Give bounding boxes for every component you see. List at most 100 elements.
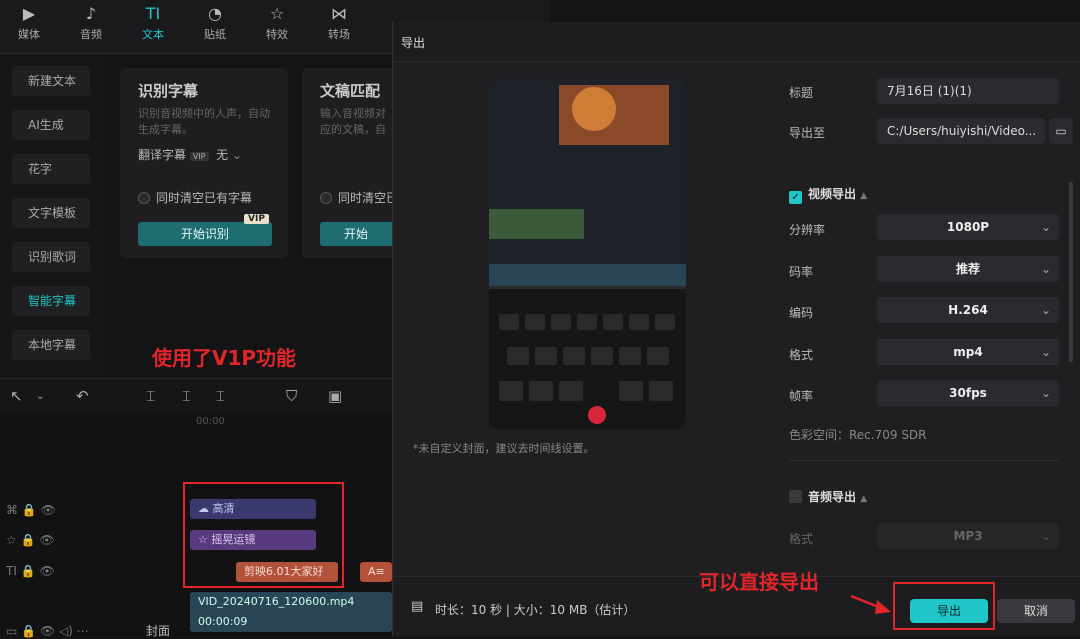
- bitrate-select[interactable]: 推荐 ⌄: [877, 256, 1059, 282]
- tab-transition[interactable]: ⋈ 转场: [314, 4, 364, 42]
- sidebar-item-label: 文字模板: [28, 206, 77, 220]
- vip-annotation: 使用了V1P功能: [152, 346, 297, 370]
- effects-icon: ☆: [269, 4, 285, 23]
- sticker-icon: ◔: [208, 4, 222, 23]
- folder-icon[interactable]: ▭: [1049, 118, 1073, 144]
- tab-text[interactable]: TI 文本: [128, 4, 178, 42]
- card-title: 识别字幕: [138, 82, 199, 100]
- text-clip-2[interactable]: A≡: [360, 562, 392, 582]
- tab-effects[interactable]: ☆ 特效: [252, 4, 302, 42]
- framerate-select[interactable]: 30fps ⌄: [877, 380, 1059, 406]
- annotation-box: [183, 482, 344, 588]
- tab-audio[interactable]: ♪ 音频: [66, 4, 116, 42]
- card-description: 输入音视频对应的文稿，自动匹配画面: [320, 107, 386, 136]
- framerate-label: 帧率: [789, 389, 814, 403]
- footer-info: 时长：10 秒 | 大小：10 MB（估计）: [435, 603, 636, 617]
- codec-select[interactable]: H.264 ⌄: [877, 297, 1059, 323]
- annotation-box: [893, 582, 995, 630]
- vip-tag: VIP: [244, 214, 269, 224]
- annotation-arrow-icon: [850, 594, 891, 614]
- media-icon: ▶: [22, 4, 36, 23]
- text-track-icon: TI 🔒 👁: [6, 564, 55, 578]
- sidebar-item-smart-subtitles[interactable]: 智能字幕: [12, 286, 90, 316]
- radio-icon: [320, 192, 332, 204]
- checkbox-unchecked-icon[interactable]: [789, 490, 802, 503]
- checkbox-checked-icon[interactable]: ✓: [789, 191, 802, 204]
- audio-icon: ♪: [85, 4, 97, 23]
- undo-icon[interactable]: ↶: [76, 387, 89, 405]
- start-match-button[interactable]: 开始: [320, 222, 392, 246]
- sidebar-item-templates[interactable]: 文字模板: [12, 198, 90, 228]
- timeline-toolbar: ↖ ⌄ ↶ ⌶ ⌶ ⌶ ⛉ ▣: [0, 378, 392, 412]
- divider: [789, 460, 1059, 461]
- sidebar-item-label: 新建文本: [28, 74, 77, 88]
- sidebar-item-label: 识别歌词: [28, 250, 77, 264]
- sidebar-item-new-text[interactable]: 新建文本: [12, 66, 90, 96]
- video-preview: [489, 79, 686, 429]
- chevron-down-icon: ⌄: [1040, 386, 1051, 400]
- clear-checkbox[interactable]: 同时清空已有字幕: [138, 189, 252, 206]
- card-title: 文稿匹配: [320, 82, 381, 100]
- cover-note: *未自定义封面，建议去时间线设置。: [413, 442, 595, 455]
- sidebar-item-label: 花字: [28, 162, 53, 176]
- format-label: 格式: [789, 348, 814, 362]
- bitrate-label: 码率: [789, 265, 814, 279]
- export-dialog: 导出 *未自定义封面，建议去时间线设置。 标题 7月16日 (1)(1) 导出至…: [392, 22, 1080, 636]
- chevron-down-icon: ⌄: [1040, 529, 1051, 543]
- video-export-section[interactable]: ✓ 视频导出 ▲: [789, 185, 867, 204]
- chevron-down-icon: ⌄: [1040, 345, 1051, 359]
- cover-label[interactable]: 封面: [146, 622, 170, 639]
- sidebar-item-label: 本地字幕: [28, 338, 77, 352]
- chevron-down-icon: ⌄: [1040, 220, 1051, 234]
- collapse-icon[interactable]: ▲: [860, 494, 867, 504]
- dialog-header: 导出: [393, 22, 1080, 62]
- title-label: 标题: [789, 86, 814, 100]
- split-right-icon[interactable]: ⌶: [216, 387, 225, 405]
- filter-track-icon: ⌘ 🔒 👁: [6, 503, 56, 517]
- sidebar-item-label: 智能字幕: [28, 294, 77, 308]
- audio-format-label: 格式: [789, 532, 814, 546]
- export-annotation: 可以直接导出: [699, 570, 819, 594]
- transition-icon: ⋈: [331, 4, 347, 23]
- split-left-icon[interactable]: ⌶: [182, 387, 191, 405]
- shield-icon[interactable]: ⛉: [286, 387, 297, 405]
- video-clip[interactable]: VID_20240716_120600.mp4 00:00:09: [190, 592, 392, 632]
- collapse-icon[interactable]: ▲: [860, 191, 867, 201]
- codec-label: 编码: [789, 306, 814, 320]
- effects-track-icon: ☆ 🔒 👁: [6, 533, 55, 547]
- audio-format-select: MP3 ⌄: [877, 523, 1059, 549]
- color-space: 色彩空间：Rec.709 SDR: [789, 428, 927, 442]
- timeline-panel: 00:00 ⌘ 🔒 👁 ☆ 🔒 👁 TI 🔒 👁 ▭ 🔒 👁 ◁) ⋯ ☁ 高清…: [0, 412, 392, 639]
- chevron-down-icon[interactable]: ⌄: [36, 391, 44, 402]
- timeline-ruler: 00:00: [196, 416, 225, 427]
- title-input[interactable]: 7月16日 (1)(1): [877, 78, 1059, 104]
- dialog-title: 导出: [401, 36, 426, 50]
- path-input[interactable]: C:/Users/huiyishi/Video...: [877, 118, 1045, 144]
- sidebar-item-ai[interactable]: AI生成: [12, 110, 90, 140]
- sidebar-item-fancy-text[interactable]: 花字: [12, 154, 90, 184]
- tab-sticker[interactable]: ◔ 贴纸: [190, 4, 240, 42]
- audio-export-section[interactable]: 音频导出 ▲: [789, 488, 867, 505]
- tab-media[interactable]: ▶ 媒体: [4, 4, 54, 42]
- resolution-select[interactable]: 1080P ⌄: [877, 214, 1059, 240]
- film-icon: ▤: [411, 599, 424, 614]
- chevron-down-icon: ⌄: [231, 148, 243, 162]
- text-sidebar: 新建文本 AI生成 花字 文字模板 识别歌词 智能字幕 本地字幕: [0, 58, 105, 378]
- scrollbar[interactable]: [1069, 182, 1073, 362]
- sidebar-item-lyrics[interactable]: 识别歌词: [12, 242, 90, 272]
- start-recognize-button[interactable]: 开始识别: [138, 222, 272, 246]
- image-icon[interactable]: ▣: [328, 387, 342, 405]
- vip-badge: VIP: [189, 152, 209, 161]
- chevron-down-icon: ⌄: [1040, 262, 1051, 276]
- cancel-button[interactable]: 取消: [997, 599, 1075, 623]
- chevron-down-icon: ⌄: [1040, 303, 1051, 317]
- split-icon[interactable]: ⌶: [146, 387, 155, 405]
- text-icon: TI: [145, 4, 161, 23]
- script-match-card: 文稿匹配 输入音视频对应的文稿，自动匹配画面 同时清空已有字幕 开始: [302, 68, 434, 258]
- translate-row[interactable]: 翻译字幕 VIP 无 ⌄: [138, 146, 242, 163]
- card-description: 识别音视频中的人声，自动生成字幕。: [138, 107, 270, 136]
- sidebar-item-local-subtitles[interactable]: 本地字幕: [12, 330, 90, 360]
- format-select[interactable]: mp4 ⌄: [877, 339, 1059, 365]
- select-tool-icon[interactable]: ↖: [10, 387, 23, 405]
- resolution-label: 分辨率: [789, 223, 826, 237]
